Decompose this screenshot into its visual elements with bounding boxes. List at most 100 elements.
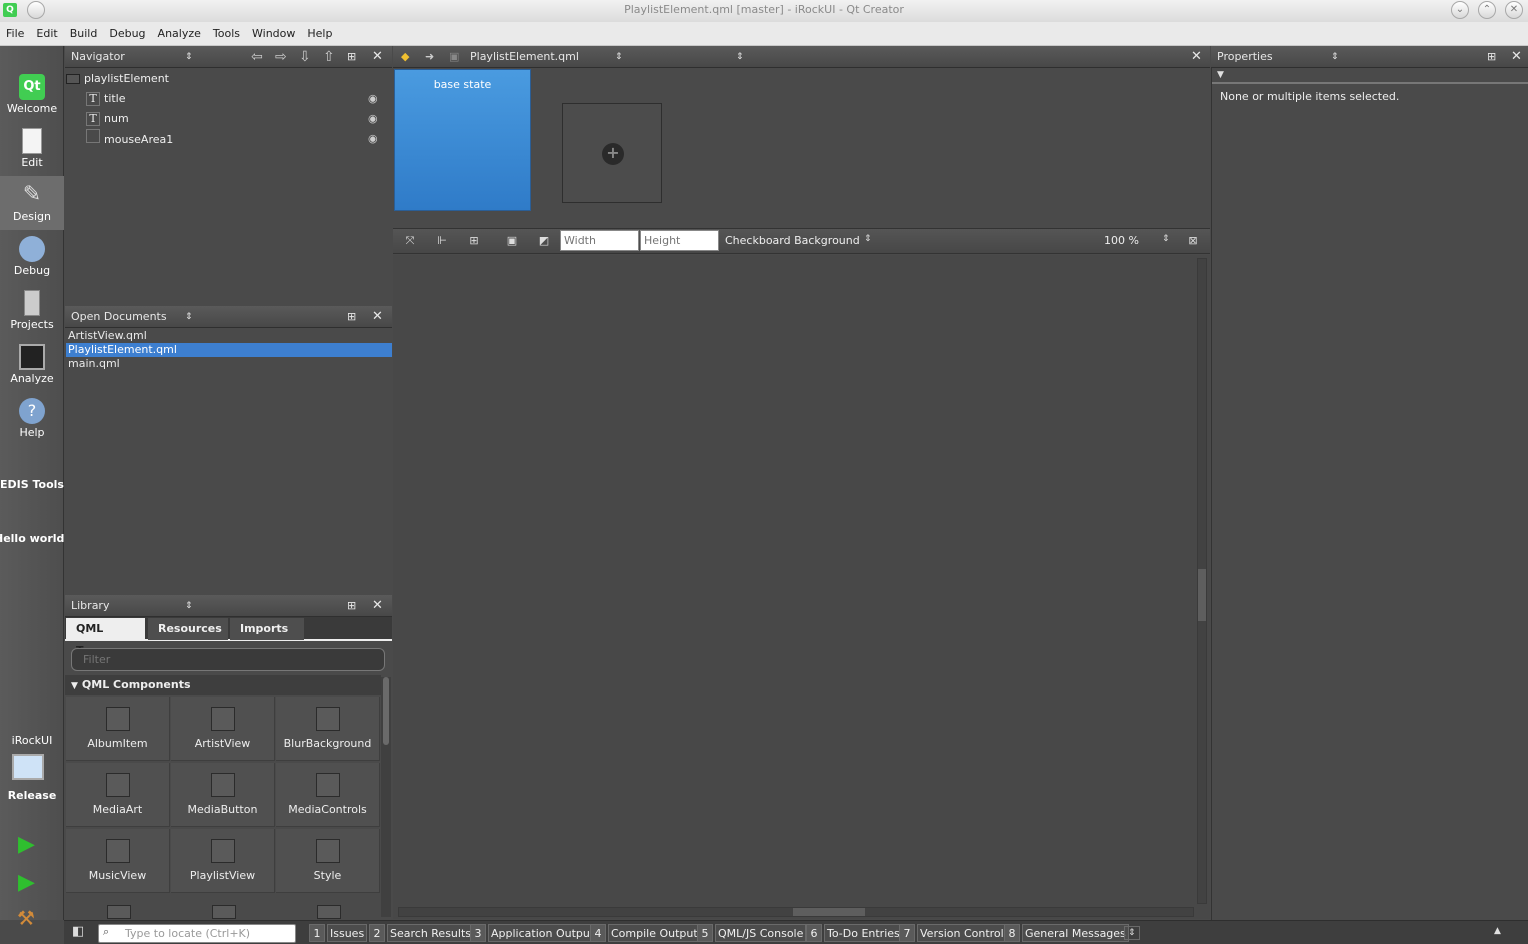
library-scrollbar[interactable]: [381, 677, 391, 917]
mode-design[interactable]: ✎ Design: [0, 176, 64, 230]
output-pane-compile-output[interactable]: 4 Compile Output: [590, 924, 701, 942]
mode-analyze[interactable]: Analyze: [0, 338, 64, 392]
output-pane-general-messages[interactable]: 8 General Messages: [1004, 924, 1129, 942]
arrow-up-icon[interactable]: ⇧: [323, 46, 335, 68]
qml-components-section[interactable]: ▼ QML Components: [65, 675, 381, 695]
arrow-right-icon[interactable]: ⇨: [275, 46, 287, 68]
run-icon[interactable]: ▶: [18, 832, 35, 857]
updown-icon[interactable]: ⇕: [1331, 46, 1339, 68]
reset-view-icon[interactable]: ⊠: [1184, 233, 1202, 249]
base-state-card[interactable]: base state: [394, 69, 531, 211]
library-item-mediabutton[interactable]: MediaButton: [171, 763, 275, 827]
close-icon[interactable]: ✕: [372, 595, 383, 617]
output-pane-application-output[interactable]: 3 Application Output: [470, 924, 598, 942]
tab-imports[interactable]: Imports: [230, 618, 304, 640]
back-arrow-icon[interactable]: ◆: [401, 46, 409, 68]
more-panes-updown-icon[interactable]: ⇕: [1124, 926, 1140, 940]
menu-debug[interactable]: Debug: [103, 22, 151, 46]
tab-resources[interactable]: Resources: [148, 618, 228, 640]
output-pane-version-control[interactable]: 7 Version Control: [899, 924, 1007, 942]
mode-hello-world[interactable]: Hello world!: [0, 532, 64, 556]
symbol-selector-updown-icon[interactable]: ⇕: [736, 46, 744, 68]
library-item-mediaart[interactable]: MediaArt: [66, 763, 170, 827]
output-pane-qml-console[interactable]: 5 QML/JS Console: [697, 924, 807, 942]
tab-qml-types[interactable]: QML Types: [66, 618, 145, 657]
menu-help[interactable]: Help: [301, 22, 338, 46]
library-item-blurbackground[interactable]: BlurBackground: [276, 697, 380, 761]
width-input[interactable]: [560, 230, 639, 251]
library-filter-input[interactable]: [71, 648, 385, 671]
zoom-selector[interactable]: 100 %: [1104, 234, 1139, 247]
split-icon[interactable]: ⊞: [347, 46, 356, 68]
library-item-playlistview[interactable]: PlaylistView: [171, 829, 275, 893]
split-icon[interactable]: ⊞: [1487, 46, 1496, 68]
mode-welcome[interactable]: Qt Welcome: [0, 68, 64, 122]
eye-icon[interactable]: ◉: [368, 109, 378, 129]
toggle-selection-icon[interactable]: ◩: [535, 233, 553, 249]
background-selector[interactable]: Checkboard Background: [725, 234, 860, 247]
tree-item-mousearea[interactable]: mouseArea1 ◉: [86, 129, 386, 149]
output-pane-issues[interactable]: 1 Issues: [309, 924, 368, 942]
output-pane-search-results[interactable]: 2 Search Results: [369, 924, 475, 942]
menu-window[interactable]: Window: [246, 22, 301, 46]
open-documents-title[interactable]: Open Documents: [71, 310, 167, 323]
window-menu-button[interactable]: [27, 1, 45, 19]
tree-item-num[interactable]: Tnum ◉: [86, 109, 386, 129]
sidebar-toggle-icon[interactable]: ◧: [72, 924, 84, 939]
eye-icon[interactable]: ◉: [368, 89, 378, 109]
mode-edis-tools[interactable]: EDIS Tools: [0, 478, 64, 502]
close-icon[interactable]: ✕: [372, 306, 383, 328]
menu-file[interactable]: File: [0, 22, 30, 46]
close-window-button[interactable]: ✕: [1505, 1, 1523, 19]
add-state-button[interactable]: +: [562, 103, 662, 203]
library-item-mediacontrols[interactable]: MediaControls: [276, 763, 380, 827]
split-icon[interactable]: ⊞: [347, 306, 356, 328]
vertical-scrollbar[interactable]: [1197, 258, 1207, 904]
file-selector[interactable]: PlaylistElement.qml: [470, 46, 579, 68]
menu-tools[interactable]: Tools: [207, 22, 246, 46]
menu-analyze[interactable]: Analyze: [152, 22, 207, 46]
mode-help[interactable]: ? Help: [0, 392, 64, 446]
menu-build[interactable]: Build: [64, 22, 104, 46]
navigator-title[interactable]: Navigator: [71, 50, 125, 63]
library-item-style[interactable]: Style: [276, 829, 380, 893]
mode-edit[interactable]: Edit: [0, 122, 64, 176]
updown-icon[interactable]: ⇕: [185, 595, 193, 617]
show-bounds-icon[interactable]: ▣: [503, 233, 521, 249]
no-snapping-icon[interactable]: ⤧: [401, 233, 419, 249]
open-document-item[interactable]: ArtistView.qml: [66, 329, 392, 343]
minimize-button[interactable]: ⌄: [1451, 1, 1469, 19]
form-editor-canvas[interactable]: [393, 255, 1210, 919]
library-item-artistview[interactable]: ArtistView: [171, 697, 275, 761]
locator[interactable]: ⌕ Type to locate (Ctrl+K): [98, 924, 296, 943]
open-document-item[interactable]: main.qml: [66, 357, 392, 371]
arrow-down-icon[interactable]: ⇩: [299, 46, 311, 68]
tree-item-title[interactable]: Ttitle ◉: [86, 89, 386, 109]
updown-icon[interactable]: ⇕: [185, 306, 193, 328]
forward-arrow-icon[interactable]: ➜: [425, 46, 434, 68]
menu-edit[interactable]: Edit: [30, 22, 63, 46]
eye-icon[interactable]: ◉: [368, 129, 378, 149]
mode-projects[interactable]: Projects: [0, 284, 64, 338]
height-input[interactable]: [640, 230, 719, 251]
updown-icon[interactable]: ⇕: [864, 234, 872, 244]
close-icon[interactable]: ✕: [1511, 46, 1522, 68]
debug-run-icon[interactable]: ▶: [18, 870, 35, 895]
close-icon[interactable]: ✕: [372, 46, 383, 68]
close-editor-icon[interactable]: ✕: [1191, 46, 1202, 68]
mode-debug[interactable]: Debug: [0, 230, 64, 284]
snap-anchors-icon[interactable]: ⊞: [465, 233, 483, 249]
toggle-output-arrow-icon[interactable]: ▲: [1494, 926, 1501, 936]
updown-icon[interactable]: ⇕: [1162, 234, 1170, 244]
tree-root[interactable]: playlistElement: [66, 69, 169, 89]
kit-selector-monitor-icon[interactable]: [12, 754, 44, 780]
horizontal-scrollbar[interactable]: [398, 907, 1194, 917]
library-item-musicview[interactable]: MusicView: [66, 829, 170, 893]
snap-parent-icon[interactable]: ⊩: [433, 233, 451, 249]
open-document-item-selected[interactable]: PlaylistElement.qml: [66, 343, 392, 357]
collapse-arrow-icon[interactable]: ▼: [1217, 70, 1224, 80]
updown-icon[interactable]: ⇕: [615, 46, 623, 68]
output-pane-todo-entries[interactable]: 6 To-Do Entries: [806, 924, 903, 942]
library-item-albumitem[interactable]: AlbumItem: [66, 697, 170, 761]
split-icon[interactable]: ⊞: [347, 595, 356, 617]
